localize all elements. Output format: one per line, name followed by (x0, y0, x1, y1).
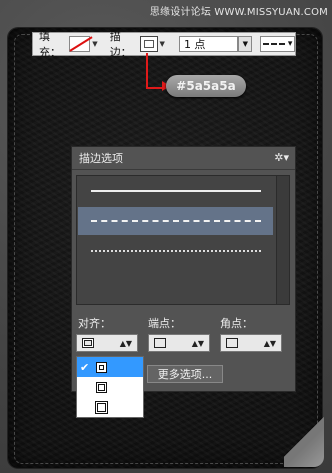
stroke-width-dropdown[interactable]: ▼ (238, 36, 253, 52)
style-list-scrollbar[interactable] (276, 176, 289, 304)
up-down-chevron-icon: ▲▼ (191, 338, 204, 348)
stroke-swatch[interactable] (140, 36, 158, 52)
checkmark-icon: ✔ (80, 360, 90, 374)
fill-swatch-none[interactable] (69, 36, 91, 52)
stroke-label: 描边： (109, 30, 132, 59)
stroke-width-input[interactable]: 1 点 (178, 36, 239, 52)
watermark: 思缘设计论坛 WWW.MISSYUAN.COM (149, 7, 328, 18)
panel-title: 描边选项 (79, 152, 123, 165)
align-option-outside[interactable] (77, 397, 143, 417)
up-down-chevron-icon: ▲▼ (263, 338, 276, 348)
align-outside-icon (97, 402, 106, 412)
align-dropdown-menu: ✔ (76, 356, 144, 418)
corners-select[interactable]: ▲▼ (220, 334, 282, 352)
more-options-button[interactable]: 更多选项... (147, 365, 223, 383)
caps-select[interactable]: ▲▼ (148, 334, 210, 352)
align-select[interactable]: ▲▼ (76, 334, 138, 352)
color-value-badge: #5a5a5a (166, 75, 246, 97)
align-inside-icon (82, 338, 94, 348)
align-center-icon (96, 381, 107, 393)
align-inside-icon (96, 361, 107, 373)
align-option-center[interactable] (77, 377, 143, 397)
dashed-line-icon (262, 43, 285, 45)
dotted-line-icon (90, 250, 261, 252)
style-item-dotted[interactable] (78, 237, 273, 265)
caps-label: 端点： (148, 317, 181, 330)
dashed-line-icon (90, 220, 261, 222)
solid-line-icon (90, 190, 261, 192)
chevron-down-icon[interactable]: ▼ (160, 40, 165, 48)
chevron-down-icon[interactable]: ▼ (92, 40, 97, 48)
align-label: 对齐： (78, 317, 111, 330)
up-down-chevron-icon: ▲▼ (119, 338, 132, 348)
butt-cap-icon (154, 338, 166, 348)
stroke-style-list (76, 175, 290, 305)
style-item-solid[interactable] (78, 177, 273, 205)
page-curl (284, 407, 324, 467)
style-item-dashed[interactable] (78, 207, 273, 235)
chevron-down-icon: ▾ (287, 39, 293, 49)
corners-label: 角点： (220, 317, 253, 330)
fill-label: 填充： (39, 30, 61, 59)
stroke-type-button[interactable]: ▾ (260, 36, 295, 52)
align-option-inside[interactable]: ✔ (77, 357, 143, 377)
gear-icon[interactable]: ✲▾ (274, 151, 289, 164)
miter-corner-icon (226, 338, 238, 348)
panel-header: 描边选项 (72, 147, 295, 170)
